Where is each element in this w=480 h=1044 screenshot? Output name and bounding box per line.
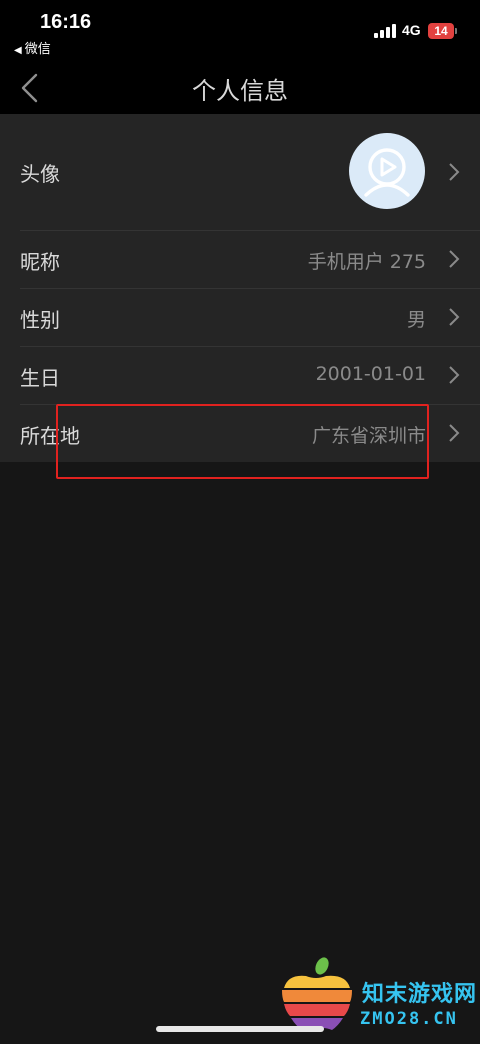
chevron-right-icon — [449, 366, 460, 384]
row-label: 头像 — [20, 162, 60, 186]
nav-bar: 个人信息 — [0, 62, 480, 114]
status-bar: 16:16 ◀ 微信 4G 14 — [0, 0, 480, 62]
avatar[interactable] — [349, 133, 425, 209]
row-birthday[interactable]: 生日 2001-01-01 — [0, 346, 480, 404]
row-label: 昵称 — [20, 250, 60, 274]
back-triangle-icon: ◀ — [14, 45, 22, 56]
row-gender[interactable]: 性别 男 — [0, 288, 480, 346]
row-label: 所在地 — [20, 424, 80, 448]
network-type: 4G — [402, 22, 421, 38]
home-indicator[interactable] — [156, 1026, 324, 1032]
chevron-right-icon — [449, 250, 460, 268]
row-avatar[interactable]: 头像 — [0, 114, 480, 230]
watermark-url: ZMO28.CN — [360, 1009, 458, 1029]
watermark-name: 知末游戏网 — [362, 982, 478, 1007]
chevron-right-icon — [449, 308, 460, 326]
gender-value: 男 — [406, 309, 426, 331]
profile-info-list: 头像 昵称 手机用户 275 性别 男 生日 2001-01-01 所在地 广东… — [0, 114, 480, 462]
chevron-right-icon — [449, 163, 460, 181]
battery-tip — [455, 28, 457, 34]
nickname-value: 手机用户 275 — [307, 251, 426, 273]
signal-icon — [374, 24, 398, 38]
location-value: 广东省深圳市 — [311, 425, 426, 447]
page: 16:16 ◀ 微信 4G 14 个人信息 头像 昵称 手机用户 275 性别 … — [0, 0, 480, 1044]
avatar-play-icon — [364, 148, 410, 197]
page-title: 个人信息 — [192, 77, 288, 105]
status-time: 16:16 — [40, 11, 92, 33]
back-to-app-label: 微信 — [24, 42, 51, 57]
row-location[interactable]: 所在地 广东省深圳市 — [0, 404, 480, 462]
row-label: 生日 — [20, 366, 60, 390]
back-to-app-button[interactable]: ◀ 微信 — [14, 38, 51, 57]
battery-icon: 14 — [428, 23, 454, 39]
row-nickname[interactable]: 昵称 手机用户 275 — [0, 230, 480, 288]
row-label: 性别 — [20, 308, 60, 332]
birthday-value: 2001-01-01 — [315, 363, 426, 385]
chevron-right-icon — [449, 424, 460, 442]
battery-level: 14 — [434, 24, 448, 38]
watermark-logo-icon — [282, 957, 352, 1030]
